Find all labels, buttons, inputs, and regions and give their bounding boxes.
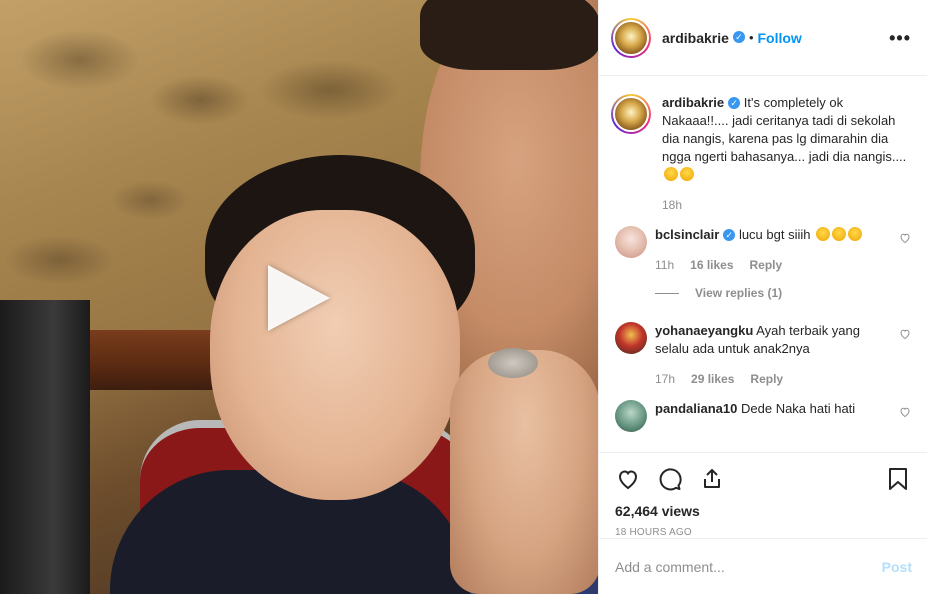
hand: [450, 350, 598, 594]
replies-line: [655, 292, 679, 294]
more-options-icon[interactable]: •••: [889, 29, 911, 47]
comment-text: Dede Naka hati hati: [741, 401, 856, 416]
laughing-emoji-icon: [832, 227, 847, 241]
comment-composer: Post: [599, 538, 927, 594]
comment-item: pandaliana10 Dede Naka hati hati: [611, 400, 911, 432]
comment-input[interactable]: [615, 558, 882, 575]
video-player[interactable]: [0, 0, 598, 594]
post-sidebar: ardibakrie ✓ • Follow ••• ardibakrie ✓ It…: [598, 0, 927, 594]
action-icons: [615, 459, 911, 499]
caption-body: ardibakrie ✓ It's completely ok Nakaaa!!.…: [662, 94, 911, 214]
comment-item: yohanaeyangku Ayah terbaik yang selalu a…: [611, 322, 911, 388]
comment-likes[interactable]: 16 likes: [690, 256, 733, 274]
view-replies-button[interactable]: View replies (1): [655, 286, 911, 300]
rofl-emoji-icon: [680, 167, 694, 181]
comment-likes[interactable]: 29 likes: [691, 370, 734, 388]
post-header: ardibakrie ✓ • Follow •••: [599, 0, 927, 76]
verified-badge-icon: ✓: [728, 96, 741, 109]
comment-meta: 17h 29 likes Reply: [655, 370, 891, 388]
caption: ardibakrie ✓ It's completely ok Nakaaa!!.…: [611, 94, 911, 214]
separator-dot: •: [748, 30, 754, 45]
comment-body: pandaliana10 Dede Naka hati hati: [655, 400, 911, 432]
caption-avatar[interactable]: [611, 94, 651, 134]
heart-icon[interactable]: [899, 406, 911, 418]
comment-meta: 11h 16 likes Reply: [655, 256, 891, 274]
child-face: [210, 210, 460, 500]
play-icon[interactable]: [268, 265, 330, 331]
caption-meta: 18h: [662, 196, 911, 214]
view-replies-label: View replies (1): [695, 286, 783, 300]
author-username[interactable]: ardibakrie: [662, 30, 729, 46]
commenter-avatar[interactable]: [615, 226, 647, 258]
caption-avatar-image: [613, 96, 649, 132]
man-hair: [420, 0, 598, 70]
bookmark-icon[interactable]: [885, 466, 911, 492]
comment-icon[interactable]: [657, 466, 683, 492]
caption-username[interactable]: ardibakrie: [662, 95, 724, 110]
caption-time[interactable]: 18h: [662, 196, 682, 214]
heart-icon[interactable]: [899, 232, 911, 244]
heart-icon[interactable]: [899, 328, 911, 340]
comments-list[interactable]: ardibakrie ✓ It's completely ok Nakaaa!!.…: [599, 76, 927, 452]
reply-button[interactable]: Reply: [750, 370, 783, 388]
author-avatar-image: [613, 19, 649, 56]
verified-badge-icon: ✓: [732, 30, 745, 43]
follow-button[interactable]: Follow: [758, 30, 802, 46]
comment-text: lucu bgt siiih: [738, 227, 811, 242]
comment-body: yohanaeyangku Ayah terbaik yang selalu a…: [655, 322, 911, 388]
share-icon[interactable]: [699, 466, 725, 492]
coin: [488, 348, 538, 378]
comment-username[interactable]: pandaliana10: [655, 401, 737, 416]
comment-time[interactable]: 11h: [655, 256, 674, 274]
commenter-avatar[interactable]: [615, 400, 647, 432]
commenter-avatar[interactable]: [615, 322, 647, 354]
verified-badge-icon: ✓: [723, 228, 736, 241]
heart-icon[interactable]: [615, 466, 641, 492]
comment-time[interactable]: 17h: [655, 370, 675, 388]
comment-username[interactable]: yohanaeyangku: [655, 323, 753, 338]
rofl-emoji-icon: [664, 167, 678, 181]
post-button[interactable]: Post: [882, 559, 912, 575]
post-timestamp[interactable]: 18 HOURS AGO: [615, 527, 911, 538]
comment-username[interactable]: bclsinclair: [655, 227, 719, 242]
comment-body: bclsinclair ✓ lucu bgt siiih 11h 16 likes…: [655, 226, 911, 274]
comment-item: bclsinclair ✓ lucu bgt siiih 11h 16 likes…: [611, 226, 911, 274]
reply-button[interactable]: Reply: [750, 256, 783, 274]
view-count[interactable]: 62,464 views: [615, 503, 911, 519]
lamp-stand: [0, 300, 90, 594]
laughing-emoji-icon: [848, 227, 863, 241]
author-avatar[interactable]: [611, 17, 651, 58]
laughing-emoji-icon: [816, 227, 831, 241]
